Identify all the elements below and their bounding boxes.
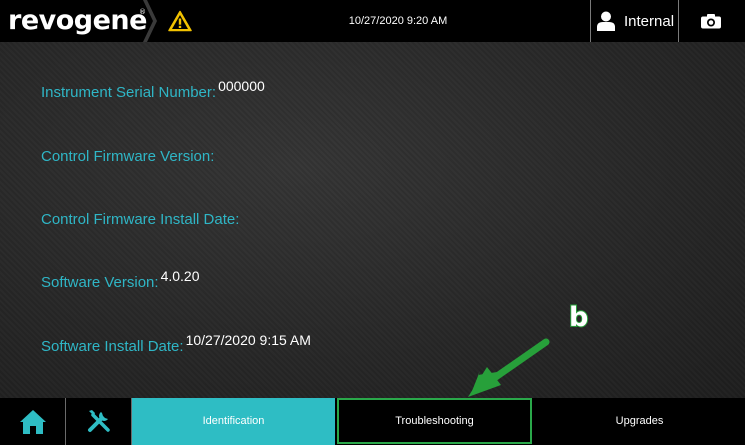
serial-number-label: Instrument Serial Number:	[41, 84, 217, 101]
camera-icon	[701, 14, 721, 29]
home-button[interactable]	[0, 398, 66, 445]
firmware-install-date-label: Control Firmware Install Date:	[41, 211, 240, 228]
user-icon	[597, 11, 615, 31]
software-install-date-label: Software Install Date:	[41, 338, 184, 355]
tab-troubleshooting[interactable]: Troubleshooting	[337, 398, 532, 444]
tab-identification[interactable]: Identification	[132, 398, 335, 445]
software-install-date-value: 10/27/2020 9:15 AM	[185, 332, 311, 348]
firmware-install-date-row: Control Firmware Install Date:	[41, 211, 241, 229]
revogene-logo: revogene ®	[8, 2, 156, 40]
user-label: Internal	[624, 12, 675, 30]
app-window: revogene ® 10/27/2020 9:20 AM Internal I…	[0, 0, 745, 445]
identification-panel: Instrument Serial Number: 000000 Control …	[0, 42, 745, 398]
top-bar: revogene ® 10/27/2020 9:20 AM Internal	[0, 0, 745, 42]
firmware-version-label: Control Firmware Version:	[41, 148, 215, 165]
bottom-nav-bar: Identification Troubleshooting Upgrades	[0, 398, 745, 445]
warning-triangle-icon[interactable]	[168, 10, 192, 32]
tools-icon	[88, 410, 110, 432]
serial-number-value: 000000	[218, 78, 265, 94]
tab-upgrades[interactable]: Upgrades	[534, 398, 745, 445]
firmware-version-row: Control Firmware Version:	[41, 148, 216, 166]
logo-chevron-icon	[143, 0, 157, 42]
screenshot-button[interactable]	[678, 0, 745, 42]
logo-text: revogene	[8, 5, 147, 36]
serial-number-row: Instrument Serial Number: 000000	[41, 78, 265, 102]
tools-button[interactable]	[66, 398, 132, 445]
software-version-label: Software Version:	[41, 274, 159, 291]
home-icon	[20, 410, 46, 434]
datetime-display: 10/27/2020 9:20 AM	[348, 15, 448, 27]
software-version-value: 4.0.20	[160, 268, 200, 284]
annotation-label: b	[568, 302, 589, 333]
software-install-date-row: Software Install Date: 10/27/2020 9:15 AM	[41, 332, 311, 356]
software-version-row: Software Version: 4.0.20	[41, 268, 200, 292]
user-button[interactable]: Internal	[590, 0, 678, 42]
